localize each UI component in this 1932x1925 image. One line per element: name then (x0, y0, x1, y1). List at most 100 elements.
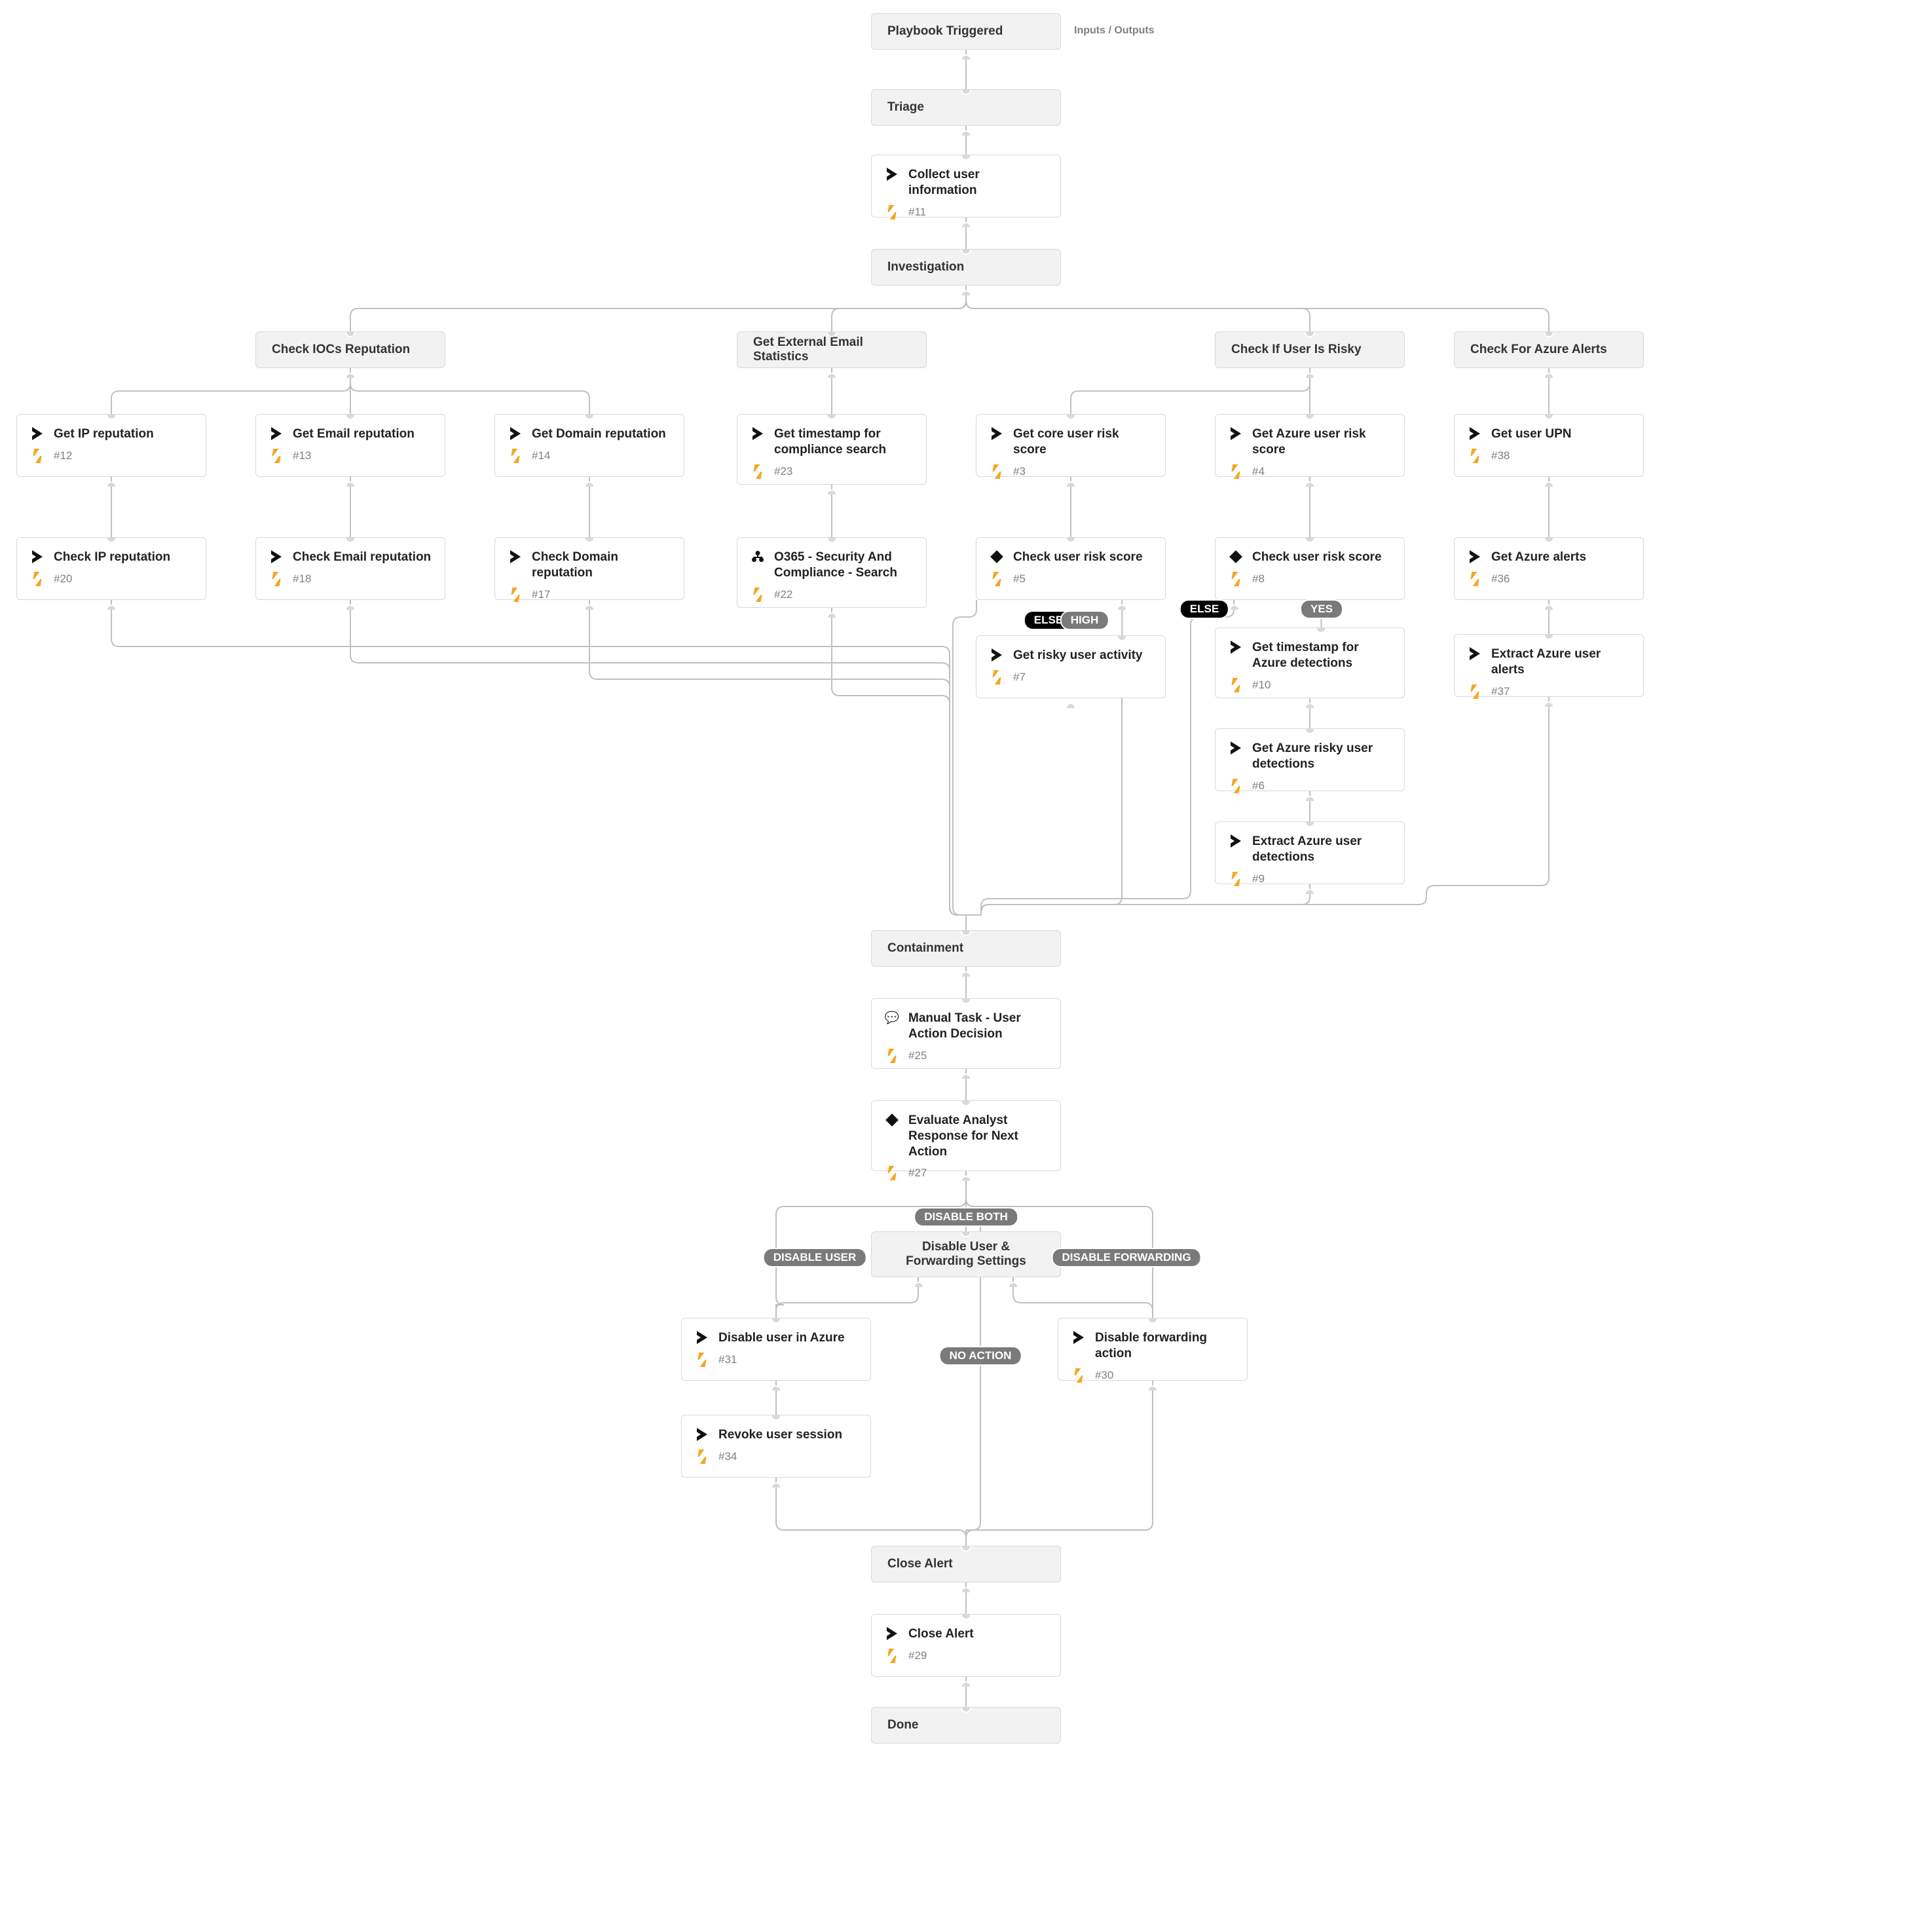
node-contain[interactable]: Containment (871, 930, 1061, 967)
automation-icon (751, 588, 765, 602)
sub-playbook-icon (269, 426, 284, 441)
automation-icon (1229, 464, 1243, 479)
task-title: Check user risk score (1013, 550, 1152, 565)
automation-icon (508, 449, 523, 463)
task-number: #36 (1491, 572, 1630, 586)
section-label: Triage (887, 100, 924, 115)
node-revoke[interactable]: Revoke user session#34 (681, 1415, 871, 1478)
node-close[interactable]: Close Alert#29 (871, 1614, 1061, 1677)
node-extaz[interactable]: Extract Azure user alerts#37 (1454, 634, 1644, 697)
automation-icon (885, 1166, 899, 1180)
task-title: Close Alert (908, 1626, 1047, 1642)
node-tscomp[interactable]: Get timestamp for compliance search#23 (737, 414, 927, 485)
task-number: #27 (908, 1167, 1047, 1180)
section-label: Disable User & Forwarding Settings (887, 1240, 1045, 1269)
task-number: #14 (532, 449, 671, 462)
task-number: #37 (1491, 685, 1630, 698)
automation-icon (30, 572, 45, 586)
automation-icon (269, 449, 284, 463)
branch-label: DISABLE FORWARDING (1052, 1249, 1200, 1266)
task-title: Get user UPN (1491, 426, 1630, 442)
automation-icon (1071, 1368, 1086, 1383)
node-chkrisk1[interactable]: Check user risk score#5 (976, 537, 1166, 600)
automation-icon (1229, 872, 1243, 886)
node-iocs[interactable]: Check IOCs Reputation (255, 331, 445, 368)
task-number: #31 (718, 1353, 857, 1366)
node-tsazdet[interactable]: Get timestamp for Azure detections #10 (1215, 627, 1405, 698)
node-azalerts[interactable]: Check For Azure Alerts (1454, 331, 1644, 368)
task-number: #25 (908, 1049, 1047, 1062)
node-done[interactable]: Done (871, 1707, 1061, 1744)
task-title: Get Azure alerts (1491, 550, 1630, 565)
sub-playbook-icon (508, 550, 523, 564)
task-title: Get risky user activity (1013, 648, 1152, 663)
task-title: Get timestamp for Azure detections (1252, 640, 1391, 671)
node-azdet[interactable]: Get Azure risky user detections#6 (1215, 728, 1405, 791)
section-label: Check IOCs Reputation (272, 343, 410, 357)
branch-label: NO ACTION (940, 1347, 1021, 1364)
automation-icon (1229, 572, 1243, 586)
automation-icon (1468, 449, 1482, 463)
automation-icon (695, 1353, 709, 1367)
automation-icon (990, 464, 1004, 479)
task-number: #8 (1252, 572, 1391, 586)
condition-icon (885, 1113, 899, 1127)
node-getdomain[interactable]: Get Domain reputation#14 (494, 414, 684, 477)
node-disboth[interactable]: Disable User & Forwarding Settings (871, 1231, 1061, 1277)
node-collect[interactable]: Collect user information #11 (871, 155, 1061, 217)
node-getaz[interactable]: Get Azure alerts #36 (1454, 537, 1644, 600)
automation-icon (990, 572, 1004, 586)
node-start[interactable]: Playbook Triggered (871, 13, 1061, 50)
task-number: #11 (908, 206, 1047, 219)
task-number: #10 (1252, 679, 1391, 692)
task-number: #9 (1252, 872, 1391, 886)
task-title: Check Email reputation (293, 550, 432, 565)
task-title: Collect user information (908, 167, 1047, 198)
branch-label: DISABLE USER (764, 1249, 866, 1266)
sub-playbook-icon (751, 426, 765, 441)
node-chkrisk2[interactable]: Check user risk score#8 (1215, 537, 1405, 600)
node-chkdomain[interactable]: Check Domain reputation#17 (494, 537, 684, 600)
task-title: Revoke user session (718, 1427, 857, 1443)
node-disuser[interactable]: Disable user in Azure #31 (681, 1318, 871, 1381)
sub-playbook-icon (885, 1626, 899, 1641)
automation-icon (269, 572, 284, 586)
condition-icon (990, 550, 1004, 564)
node-risky[interactable]: Check If User Is Risky (1215, 331, 1405, 368)
node-azscore[interactable]: Get Azure user risk score #4 (1215, 414, 1405, 477)
sub-playbook-icon (1229, 426, 1243, 441)
node-chkip[interactable]: Check IP reputation#20 (16, 537, 206, 600)
automation-icon (508, 588, 523, 602)
section-label: Close Alert (887, 1557, 953, 1571)
automation-icon (1468, 684, 1482, 699)
task-title: Manual Task - User Action Decision (908, 1011, 1047, 1042)
node-eval[interactable]: Evaluate Analyst Response for Next Actio… (871, 1100, 1061, 1171)
task-title: Get Azure user risk score (1252, 426, 1391, 458)
task-number: #13 (293, 449, 432, 462)
sub-playbook-icon (269, 550, 284, 564)
task-number: #20 (54, 572, 193, 586)
sub-playbook-icon (695, 1330, 709, 1345)
task-title: Get core user risk score (1013, 426, 1152, 458)
inputs-outputs-link[interactable]: Inputs / Outputs (1074, 25, 1155, 37)
node-closesec[interactable]: Close Alert (871, 1546, 1061, 1582)
node-invest[interactable]: Investigation (871, 249, 1061, 286)
automation-icon (990, 670, 1004, 684)
sub-playbook-icon (990, 426, 1004, 441)
node-extazdet[interactable]: Extract Azure user detections#9 (1215, 821, 1405, 884)
node-upn[interactable]: Get user UPN#38 (1454, 414, 1644, 477)
node-chkemail[interactable]: Check Email reputation#18 (255, 537, 445, 600)
node-o365[interactable]: O365 - Security And Compliance - Search#… (737, 537, 927, 608)
node-extmail[interactable]: Get External Email Statistics (737, 331, 927, 368)
sub-playbook-icon (1071, 1330, 1086, 1345)
task-number: #4 (1252, 465, 1391, 478)
task-title: Disable user in Azure (718, 1330, 857, 1346)
node-getip[interactable]: Get IP reputation#12 (16, 414, 206, 477)
node-corescore[interactable]: Get core user risk score#3 (976, 414, 1166, 477)
node-disfwd[interactable]: Disable forwarding action#30 (1058, 1318, 1248, 1381)
node-manual[interactable]: Manual Task - User Action Decision #25 (871, 998, 1061, 1069)
node-triage[interactable]: Triage (871, 89, 1061, 126)
node-getemail[interactable]: Get Email reputation#13 (255, 414, 445, 477)
section-label: Investigation (887, 260, 964, 274)
node-riskyact[interactable]: Get risky user activity#7 (976, 635, 1166, 698)
